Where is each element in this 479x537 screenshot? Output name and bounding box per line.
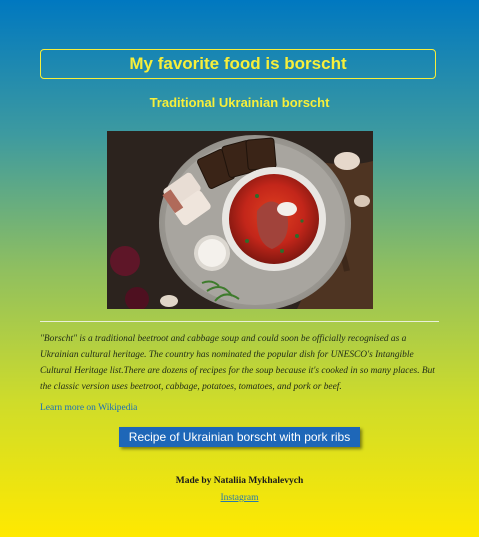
borscht-photo	[107, 131, 373, 309]
page-subtitle: Traditional Ukrainian borscht	[149, 95, 330, 110]
page-title: My favorite food is borscht	[129, 54, 347, 73]
borscht-description: "Borscht" is a traditional beetroot and …	[40, 334, 435, 392]
borscht-illustration	[107, 131, 373, 309]
made-by-text: Made by Nataliia Mykhalevych	[175, 476, 304, 486]
section-divider	[40, 321, 439, 322]
recipe-button[interactable]: Recipe of Ukrainian borscht with pork ri…	[119, 427, 360, 447]
footer: Made by Nataliia Mykhalevych Instagram	[0, 476, 479, 505]
page-title-box: My favorite food is borscht	[40, 49, 436, 79]
wikipedia-link[interactable]: Learn more on Wikipedia	[40, 403, 137, 413]
instagram-link[interactable]: Instagram	[221, 493, 259, 504]
